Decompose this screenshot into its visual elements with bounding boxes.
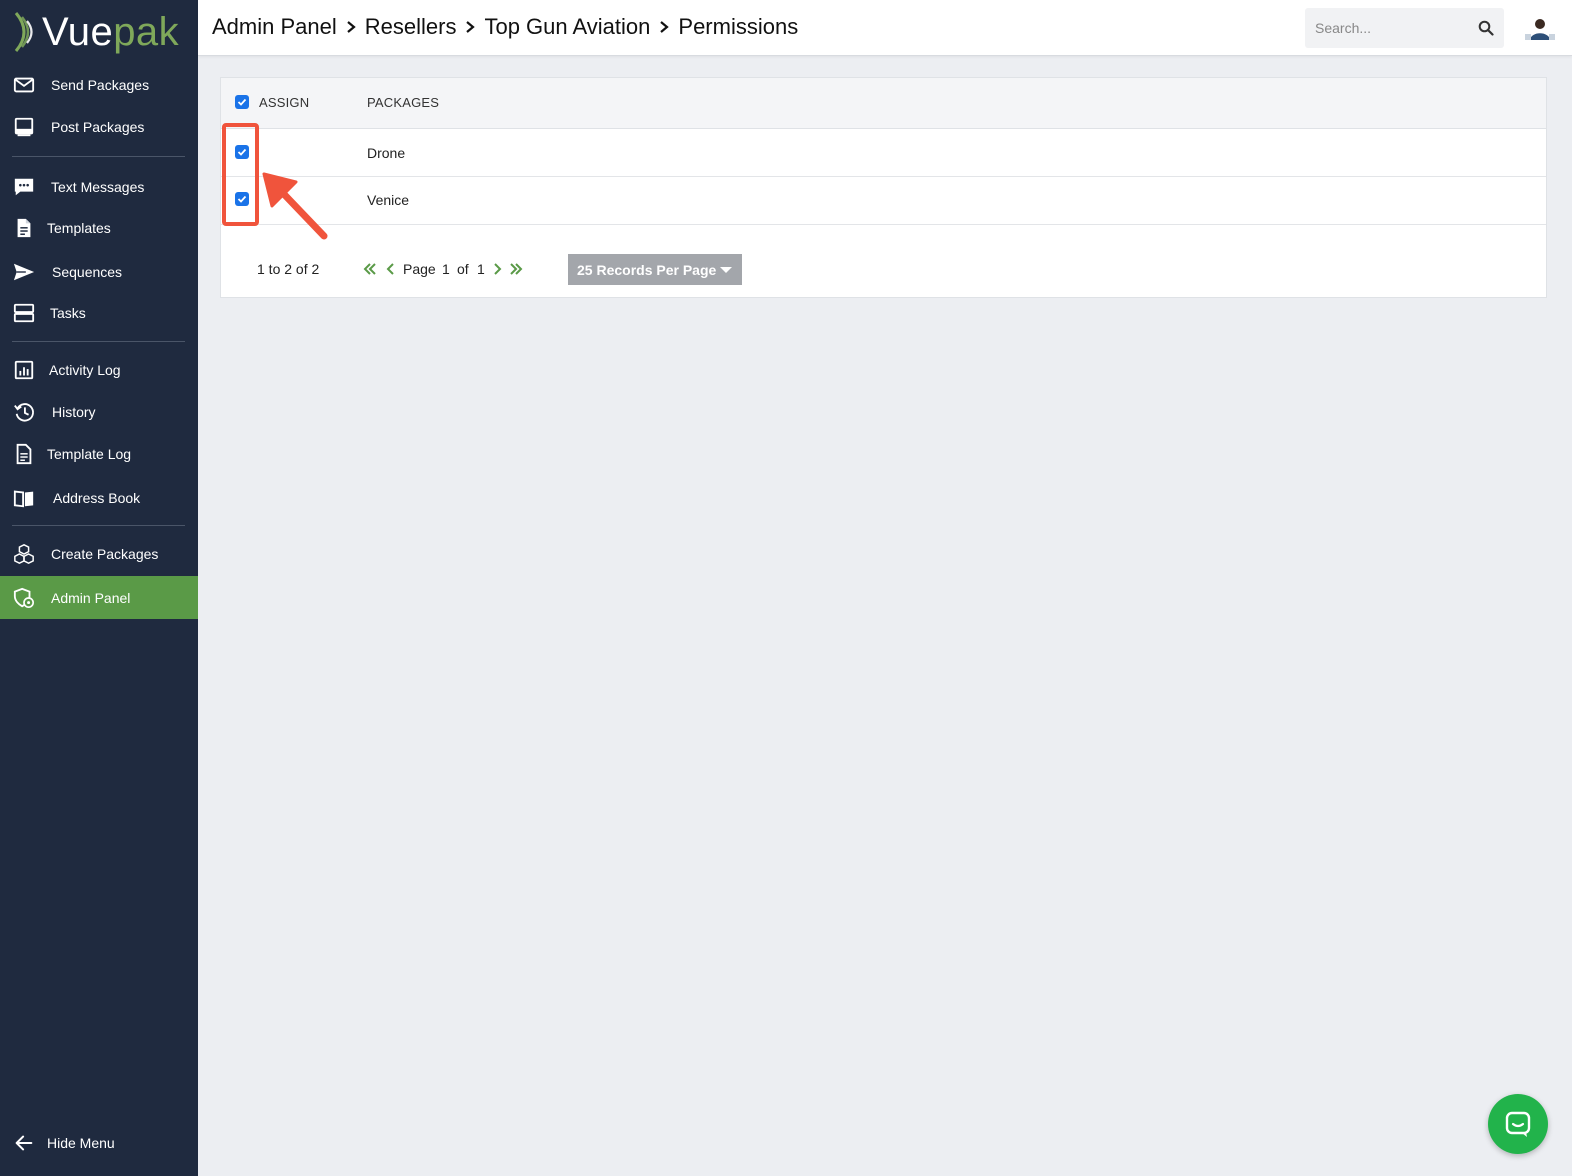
sidebar-divider — [12, 341, 185, 342]
sidebar-item-label: Send Packages — [51, 77, 150, 93]
hide-menu-label: Hide Menu — [47, 1135, 115, 1151]
sidebar-item-templates[interactable]: Templates — [0, 208, 198, 248]
document-icon — [12, 216, 36, 240]
sidebar-item-label: Activity Log — [49, 362, 121, 378]
records-per-page-dropdown[interactable]: 25 Records Per Page — [568, 254, 742, 285]
tasks-icon — [12, 301, 36, 325]
chevron-right-icon — [659, 20, 670, 34]
top-header: Admin Panel Resellers Top Gun Aviation P… — [198, 0, 1572, 56]
table-row: Drone — [221, 129, 1546, 177]
envelope-icon — [12, 73, 36, 97]
sidebar-item-text-messages[interactable]: Text Messages — [0, 167, 198, 207]
monitor-icon — [12, 115, 36, 139]
permissions-table-card: ASSIGN PACKAGES Drone Venice 1 to 2 of 2… — [220, 77, 1547, 298]
sidebar-divider — [12, 156, 185, 157]
sidebar-item-label: Templates — [47, 220, 111, 236]
page-label: Page — [403, 261, 436, 277]
sidebar-item-label: History — [52, 404, 96, 420]
search-box — [1305, 8, 1504, 48]
sidebar-divider — [12, 525, 185, 526]
last-page-icon[interactable] — [508, 261, 524, 277]
search-input[interactable] — [1305, 8, 1475, 48]
of-label: of — [457, 261, 469, 277]
pagination: 1 to 2 of 2 Page 1 of 1 25 Records Per P… — [221, 252, 1546, 288]
boxes-icon — [12, 542, 36, 566]
chat-bubble-icon — [12, 175, 36, 199]
hide-menu-button[interactable]: Hide Menu — [0, 1123, 198, 1163]
sidebar-item-label: Template Log — [47, 446, 132, 462]
caret-down-icon — [720, 267, 732, 273]
breadcrumb: Admin Panel Resellers Top Gun Aviation P… — [212, 14, 798, 40]
table-row: Venice — [221, 177, 1546, 225]
column-header-assign[interactable]: ASSIGN — [259, 95, 309, 110]
sidebar-item-template-log[interactable]: Template Log — [0, 434, 198, 474]
chevron-right-icon — [346, 20, 356, 34]
sidebar-item-admin-panel[interactable]: Admin Panel — [0, 576, 198, 619]
breadcrumb-current: Permissions — [678, 14, 799, 39]
select-all-checkbox[interactable] — [235, 95, 249, 109]
column-header-packages[interactable]: PACKAGES — [367, 95, 439, 110]
document-icon — [12, 442, 36, 466]
chat-launcher-button[interactable] — [1488, 1094, 1548, 1154]
record-range: 1 to 2 of 2 — [257, 261, 320, 277]
first-page-icon[interactable] — [362, 261, 378, 277]
chat-icon — [1505, 1111, 1531, 1137]
history-icon — [12, 400, 36, 424]
vuepak-logo[interactable]: Vuepak — [10, 8, 179, 56]
paper-plane-icon — [12, 260, 36, 284]
sidebar-item-tasks[interactable]: Tasks — [0, 293, 198, 333]
sidebar-item-label: Post Packages — [51, 119, 145, 135]
annotation-arrow-icon — [262, 172, 328, 240]
logo-arcs-icon — [14, 12, 33, 52]
sidebar-item-history[interactable]: History — [0, 392, 198, 432]
sidebar-item-label: Sequences — [52, 264, 123, 280]
prev-page-icon[interactable] — [383, 261, 399, 277]
sidebar-item-sequences[interactable]: Sequences — [0, 252, 198, 292]
sidebar-item-post-packages[interactable]: Post Packages — [0, 107, 198, 147]
chevron-right-icon — [465, 20, 476, 34]
current-page: 1 — [442, 261, 450, 277]
next-page-icon[interactable] — [489, 261, 505, 277]
highlight-box — [222, 123, 259, 226]
sidebar-item-label: Admin Panel — [51, 589, 131, 606]
total-pages: 1 — [477, 261, 485, 277]
sidebar-item-address-book[interactable]: Address Book — [0, 478, 198, 518]
table-header: ASSIGN PACKAGES — [221, 78, 1546, 129]
breadcrumb-item[interactable]: Resellers — [365, 14, 457, 40]
bar-chart-icon — [12, 358, 36, 382]
arrow-left-icon — [12, 1131, 36, 1155]
sidebar: Vuepak Send Packages Post Packages Text … — [0, 0, 198, 1176]
package-name: Drone — [367, 145, 406, 161]
sidebar-item-label: Create Packages — [51, 546, 159, 562]
user-avatar[interactable] — [1525, 16, 1555, 40]
sidebar-item-label: Text Messages — [51, 179, 145, 195]
package-name: Venice — [367, 192, 410, 208]
search-icon[interactable] — [1478, 20, 1494, 36]
breadcrumb-item[interactable]: Admin Panel — [212, 14, 337, 40]
sidebar-item-label: Tasks — [50, 305, 86, 321]
admin-shield-icon — [12, 586, 36, 610]
sidebar-item-create-packages[interactable]: Create Packages — [0, 534, 198, 574]
book-icon — [12, 486, 36, 510]
records-per-page-label: 25 Records Per Page — [577, 261, 717, 278]
sidebar-item-send-packages[interactable]: Send Packages — [0, 65, 198, 105]
logo-text: Vuepak — [42, 10, 180, 54]
sidebar-item-activity-log[interactable]: Activity Log — [0, 350, 198, 390]
breadcrumb-item[interactable]: Top Gun Aviation — [484, 14, 650, 40]
sidebar-item-label: Address Book — [53, 490, 141, 506]
